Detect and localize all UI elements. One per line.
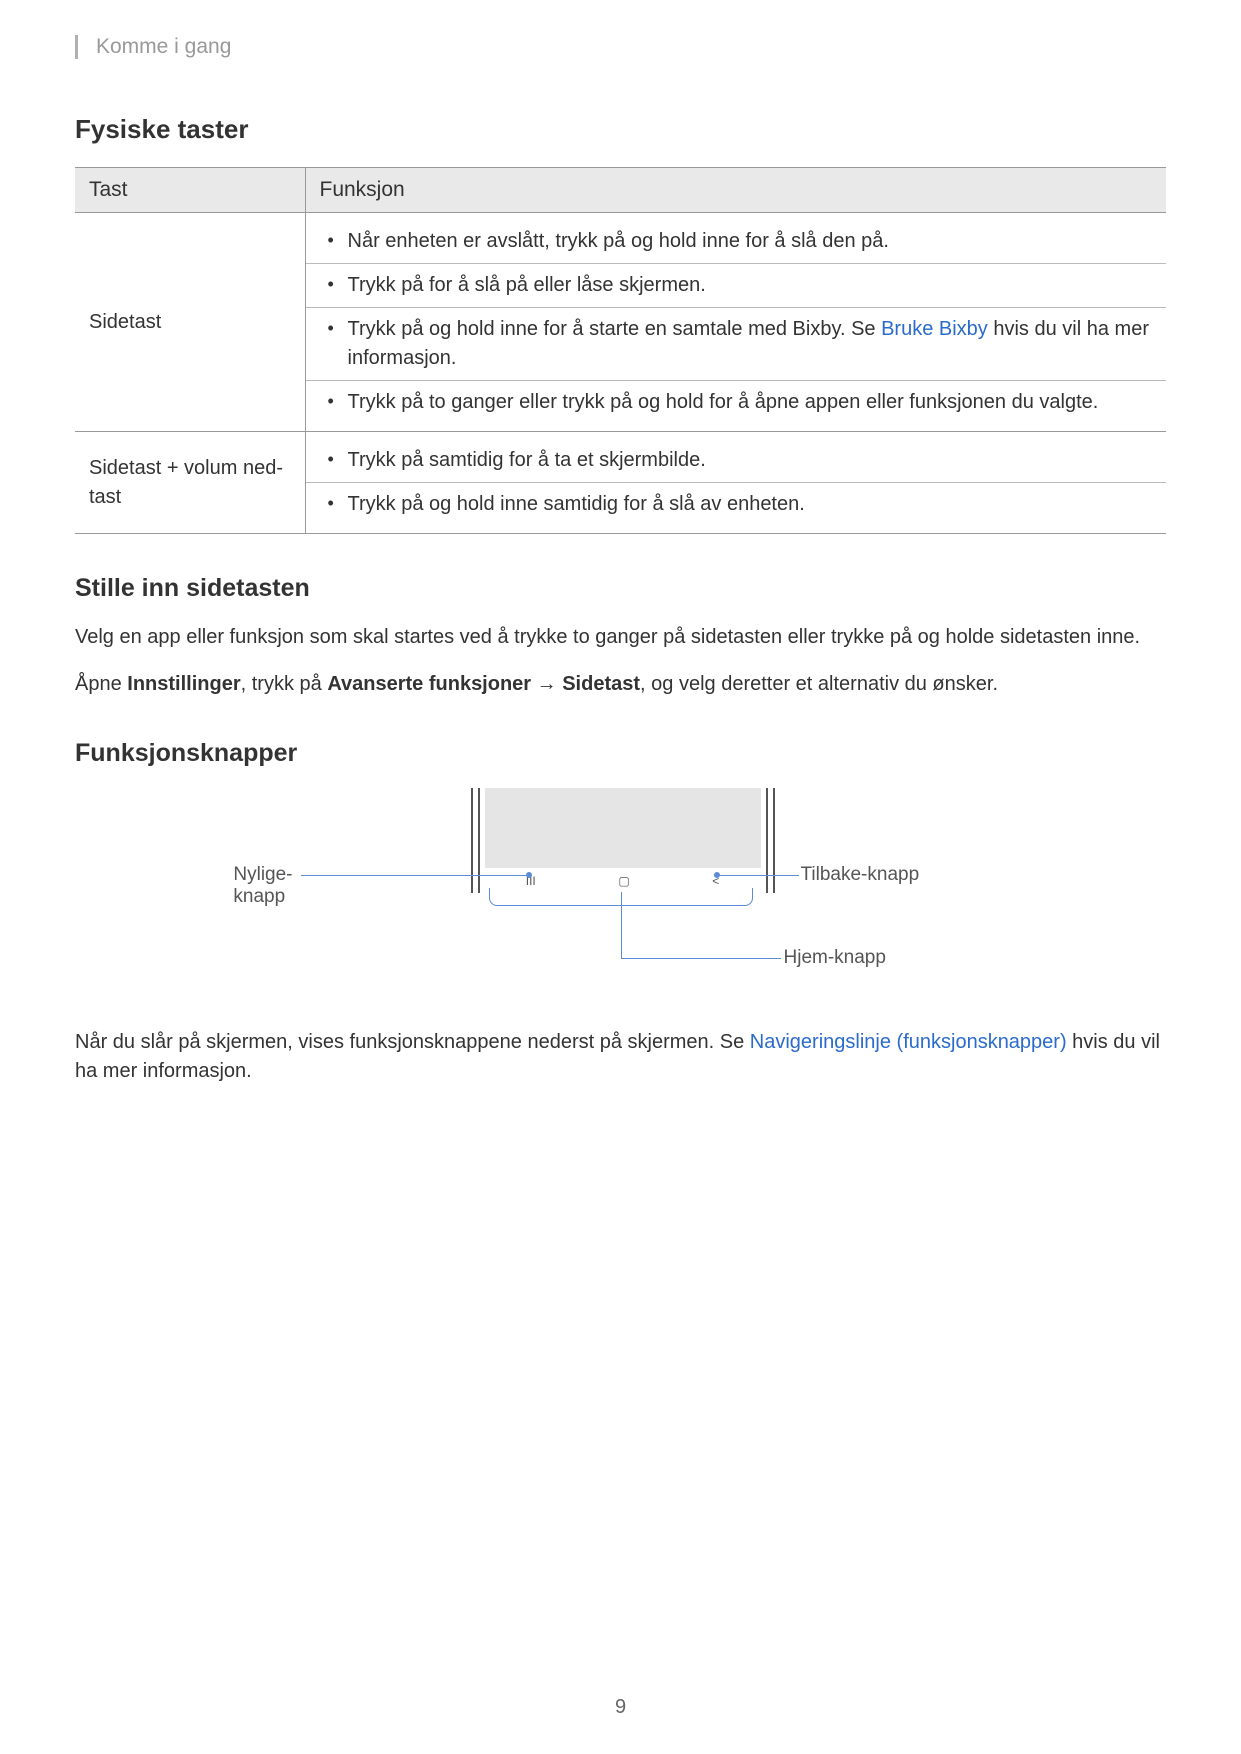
list-item: Trykk på samtidig for å ta et skjermbild…: [320, 440, 1153, 481]
callout-line: [621, 892, 622, 958]
divider: [306, 307, 1167, 308]
breadcrumb: Komme i gang: [75, 35, 1166, 59]
list-item: Når enheten er avslått, trykk på og hold…: [320, 221, 1153, 262]
list-item: Trykk på to ganger eller trykk på og hol…: [320, 382, 1153, 423]
key-sidetast-volumned: Sidetast + volum ned-tast: [75, 432, 305, 534]
home-icon: ▢: [618, 874, 629, 888]
list-item: Trykk på for å slå på eller låse skjerme…: [320, 265, 1153, 306]
diagram-label-back: Tilbake-knapp: [801, 864, 920, 886]
paragraph-sidetast-intro: Velg en app eller funksjon som skal star…: [75, 623, 1166, 652]
physical-keys-table: Tast Funksjon Sidetast Når enheten er av…: [75, 167, 1166, 534]
callout-dot: [714, 872, 720, 878]
section-title-physical-keys: Fysiske taster: [75, 114, 1166, 145]
page-number: 9: [0, 1696, 1241, 1719]
callout-line: [621, 958, 781, 959]
link-navigeringslinje[interactable]: Navigeringslinje (funksjonsknapper): [750, 1031, 1067, 1053]
func-sidetast: Når enheten er avslått, trykk på og hold…: [305, 213, 1166, 432]
table-header-function: Funksjon: [305, 168, 1166, 213]
table-row: Sidetast + volum ned-tast Trykk på samti…: [75, 432, 1166, 534]
subsection-title-stille-inn-sidetasten: Stille inn sidetasten: [75, 574, 1166, 603]
divider: [306, 263, 1167, 264]
device-frame: III ▢ <: [471, 788, 775, 893]
divider: [306, 380, 1167, 381]
diagram-label-home: Hjem-knapp: [784, 947, 886, 969]
bold-sidetast: Sidetast: [562, 673, 640, 695]
link-bruke-bixby[interactable]: Bruke Bixby: [881, 318, 988, 340]
key-sidetast: Sidetast: [75, 213, 305, 432]
breadcrumb-text: Komme i gang: [96, 35, 231, 58]
diagram-label-recent: Nylige-knapp: [233, 864, 292, 908]
callout-line: [301, 875, 526, 876]
divider: [306, 482, 1167, 483]
paragraph-funcbuttons: Når du slår på skjermen, vises funksjons…: [75, 1028, 1166, 1086]
table-row: Sidetast Når enheten er avslått, trykk p…: [75, 213, 1166, 432]
diagram-funksjonsknapper: III ▢ < Nylige-knapp Tilbake-knapp Hjem-…: [301, 788, 941, 988]
table-header-key: Tast: [75, 168, 305, 213]
bold-avanserte-funksjoner: Avanserte funksjoner: [327, 673, 531, 695]
paragraph-sidetast-steps: Åpne Innstillinger, trykk på Avanserte f…: [75, 670, 1166, 699]
callout-line: [719, 875, 799, 876]
list-item: Trykk på og hold inne for å starte en sa…: [320, 309, 1153, 379]
callout-dot: [526, 872, 532, 878]
subsection-title-funksjonsknapper: Funksjonsknapper: [75, 739, 1166, 768]
list-item: Trykk på og hold inne samtidig for å slå…: [320, 484, 1153, 525]
func-sidetast-volumned: Trykk på samtidig for å ta et skjermbild…: [305, 432, 1166, 534]
bold-innstillinger: Innstillinger: [127, 673, 240, 695]
